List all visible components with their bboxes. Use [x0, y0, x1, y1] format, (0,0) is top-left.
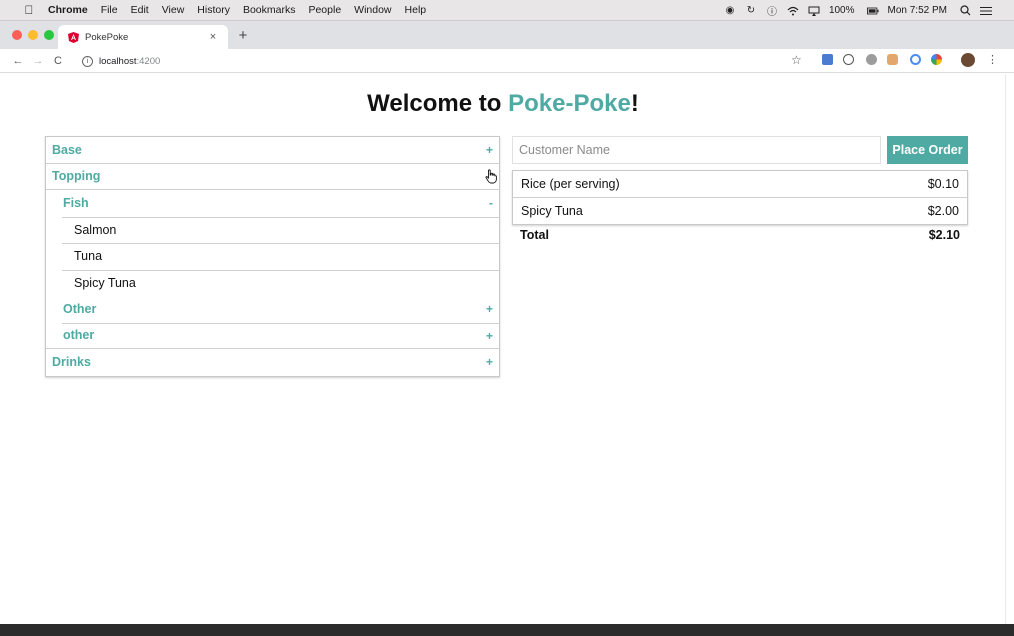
total-label: Total: [520, 228, 549, 242]
order-item-price: $0.10: [927, 176, 959, 191]
menu-edit[interactable]: Edit: [131, 4, 149, 16]
order-item-row[interactable]: Rice (per serving) $0.10: [513, 171, 967, 198]
expand-icon[interactable]: +: [486, 355, 493, 369]
notification-center-icon[interactable]: [980, 5, 992, 17]
battery-icon[interactable]: [866, 5, 879, 17]
hand-cursor-icon: [485, 168, 497, 183]
category-topping[interactable]: Topping: [46, 164, 499, 190]
place-order-button[interactable]: Place Order: [887, 136, 968, 164]
reload-button[interactable]: C: [52, 55, 64, 67]
order-item-name: Rice (per serving): [521, 176, 620, 191]
url-host: localhost: [99, 55, 137, 67]
page-title: Welcome to Poke-Poke!: [0, 90, 1006, 118]
extension-colorful-icon[interactable]: [931, 54, 942, 65]
subcategory-other-lowercase[interactable]: other +: [46, 323, 499, 349]
total-value: $2.10: [928, 228, 960, 242]
order-total-row: Total $2.10: [512, 228, 968, 242]
forward-button[interactable]: →: [32, 55, 44, 67]
macos-menu-bar:  Chrome File Edit View History Bookmark…: [0, 0, 1014, 21]
spotlight-search-icon[interactable]: [959, 5, 971, 17]
menu-item-salmon[interactable]: Salmon: [46, 217, 499, 244]
app-page: Welcome to Poke-Poke! Base + Topping Fis…: [0, 74, 1006, 624]
menubar-status-area: ◉ ↻ ⓘ 100% Mon 7:52 PM: [724, 0, 1014, 21]
browser-menu-icon[interactable]: ⋮: [987, 53, 998, 66]
title-suffix: !: [630, 90, 639, 117]
customer-name-input[interactable]: [512, 136, 881, 164]
menu-view[interactable]: View: [162, 4, 185, 16]
tab-title: PokePoke: [85, 31, 129, 43]
sync-icon[interactable]: ↻: [745, 5, 757, 17]
category-base[interactable]: Base +: [46, 137, 499, 164]
bookmark-star-icon[interactable]: ☆: [791, 53, 802, 67]
collapse-icon[interactable]: -: [489, 196, 493, 210]
title-prefix: Welcome to: [367, 90, 509, 117]
airplay-icon[interactable]: [808, 5, 820, 17]
close-window-button[interactable]: [12, 30, 22, 40]
expand-icon[interactable]: +: [486, 143, 493, 157]
order-item-name: Spicy Tuna: [521, 203, 583, 218]
menu-people[interactable]: People: [308, 4, 341, 16]
subcategory-fish[interactable]: Fish -: [46, 190, 499, 218]
menu-item-spicy-tuna[interactable]: Spicy Tuna: [46, 270, 499, 297]
profile-avatar[interactable]: [961, 53, 975, 67]
site-info-icon[interactable]: i: [82, 55, 93, 67]
subcategory-fish-label: Fish: [63, 196, 89, 211]
menu-bookmarks[interactable]: Bookmarks: [243, 4, 296, 16]
url-port: :4200: [136, 55, 161, 67]
screen-bottom-edge: [0, 624, 1014, 636]
menu-window[interactable]: Window: [354, 4, 391, 16]
category-topping-label: Topping: [52, 169, 101, 184]
address-bar[interactable]: i localhost :4200: [82, 52, 812, 70]
extension-info-icon[interactable]: [843, 54, 854, 65]
brand-name: Poke-Poke: [508, 90, 631, 117]
zoom-window-button[interactable]: [44, 30, 54, 40]
browser-tab[interactable]: PokePoke ×: [58, 25, 228, 49]
category-base-label: Base: [52, 142, 82, 157]
minimize-window-button[interactable]: [28, 30, 38, 40]
menu-accordion: Base + Topping Fish - Salmon Tuna Spicy …: [45, 136, 500, 377]
menu-item-label: Tuna: [74, 249, 103, 264]
menu-help[interactable]: Help: [405, 4, 427, 16]
menubar-clock[interactable]: Mon 7:52 PM: [888, 5, 947, 16]
extension-shield-icon[interactable]: [822, 54, 833, 65]
menu-item-label: Salmon: [74, 222, 117, 237]
menu-file[interactable]: File: [101, 4, 118, 16]
new-tab-button[interactable]: +: [236, 27, 250, 44]
info-circle-icon[interactable]: ⓘ: [766, 5, 778, 18]
browser-tab-strip: PokePoke × +: [0, 21, 1014, 49]
menu-item-tuna[interactable]: Tuna: [46, 243, 499, 271]
order-item-row[interactable]: Spicy Tuna $2.00: [513, 198, 967, 225]
back-button[interactable]: ←: [12, 55, 24, 67]
category-drinks-label: Drinks: [52, 355, 91, 370]
browser-toolbar: ← → C i localhost :4200: [0, 49, 1014, 73]
expand-icon[interactable]: +: [486, 302, 493, 316]
menu-history[interactable]: History: [197, 4, 230, 16]
apple-logo-icon[interactable]: : [22, 3, 36, 17]
expand-icon[interactable]: +: [486, 329, 493, 343]
tab-close-icon[interactable]: ×: [206, 31, 220, 43]
subcategory-other[interactable]: Other +: [46, 296, 499, 324]
angular-favicon-icon: [68, 31, 79, 43]
subcategory-other-lowercase-label: other: [63, 328, 95, 343]
subcategory-other-label: Other: [63, 302, 97, 317]
order-item-price: $2.00: [927, 203, 959, 218]
menu-item-label: Spicy Tuna: [74, 275, 136, 290]
order-items-list: Rice (per serving) $0.10 Spicy Tuna $2.0…: [512, 170, 968, 225]
extension-target-icon[interactable]: [910, 54, 921, 65]
extension-face-icon[interactable]: [887, 54, 898, 65]
extension-gray-icon[interactable]: [866, 54, 877, 65]
menu-app-chrome[interactable]: Chrome: [48, 4, 88, 16]
category-drinks[interactable]: Drinks +: [46, 349, 499, 376]
wifi-icon[interactable]: [787, 5, 799, 17]
record-icon[interactable]: ◉: [724, 5, 736, 17]
battery-percent: 100%: [828, 5, 855, 16]
